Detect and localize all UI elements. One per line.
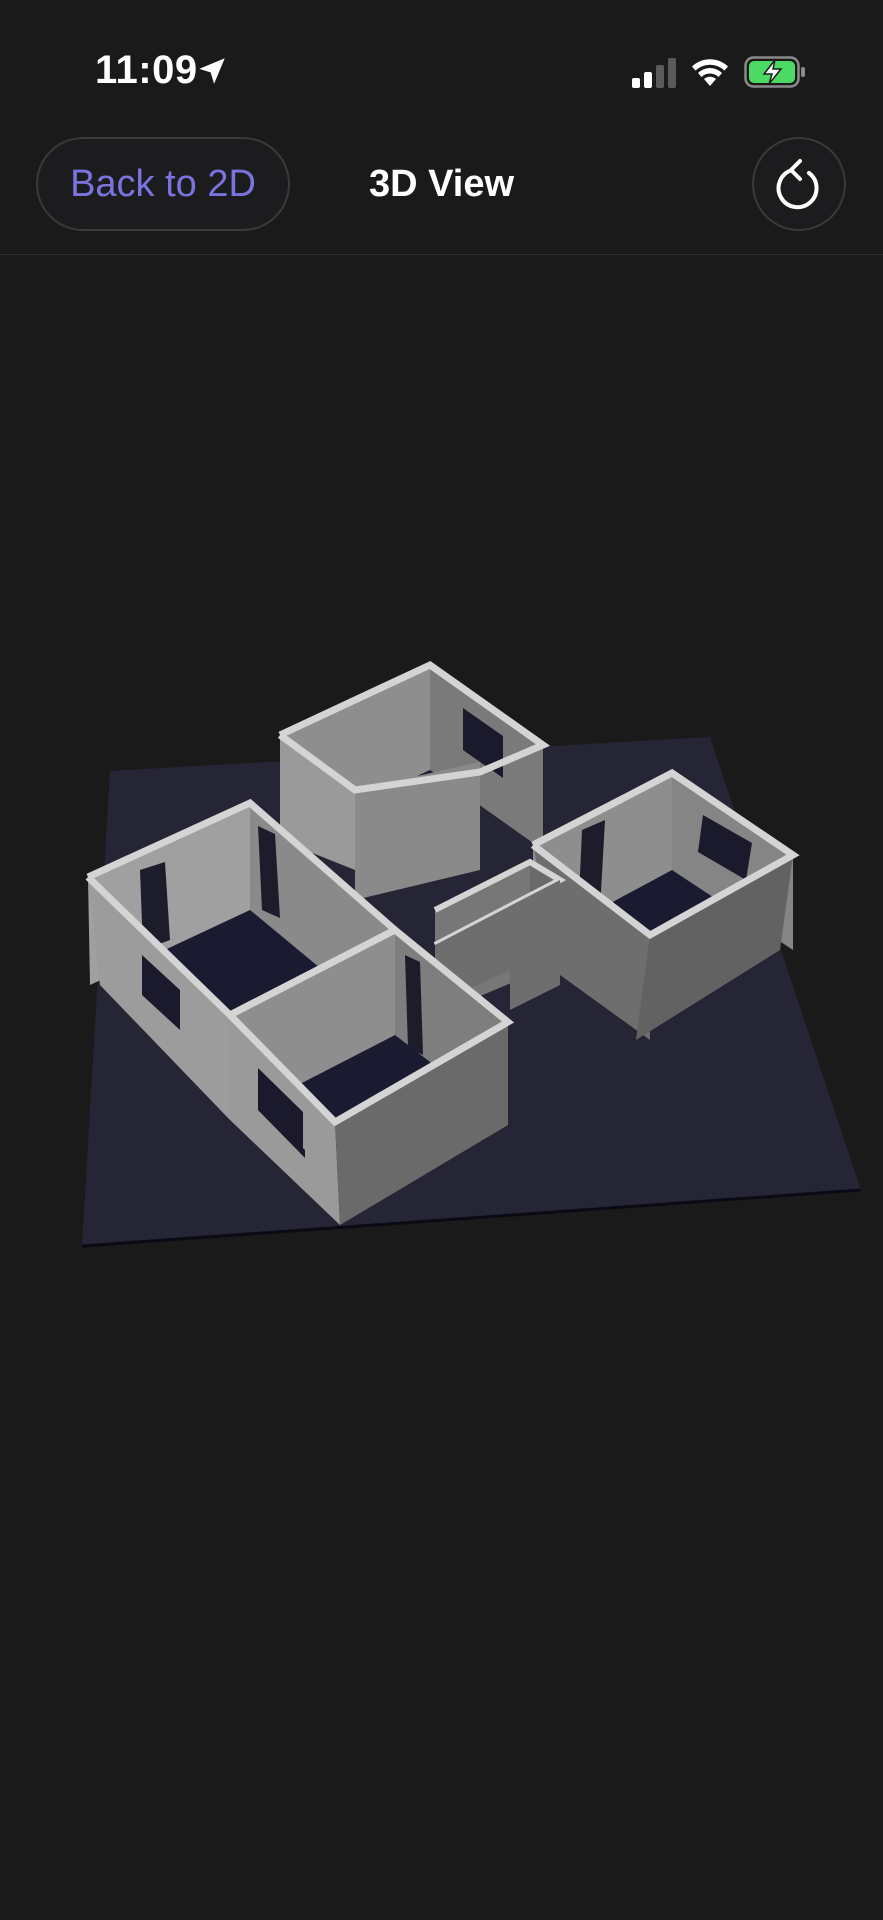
3d-viewport[interactable] xyxy=(0,255,883,1920)
cellular-signal-icon xyxy=(632,58,676,88)
page-title: 3D View xyxy=(368,162,515,205)
rotate-reset-icon xyxy=(776,159,819,210)
location-arrow-icon xyxy=(199,58,225,84)
screen: 11:09 Back to 2D 3D View xyxy=(0,0,883,1920)
reset-view-button[interactable] xyxy=(752,137,846,231)
3d-floorplan-model[interactable] xyxy=(0,255,883,1920)
battery-charging-icon xyxy=(744,56,805,88)
status-time: 11:09 xyxy=(95,48,198,92)
back-to-2d-button[interactable]: Back to 2D xyxy=(36,137,290,231)
nav-header: Back to 2D 3D View xyxy=(0,120,883,255)
back-to-2d-label: Back to 2D xyxy=(70,162,256,205)
status-bar: 11:09 xyxy=(0,0,883,120)
wifi-icon xyxy=(692,59,728,86)
